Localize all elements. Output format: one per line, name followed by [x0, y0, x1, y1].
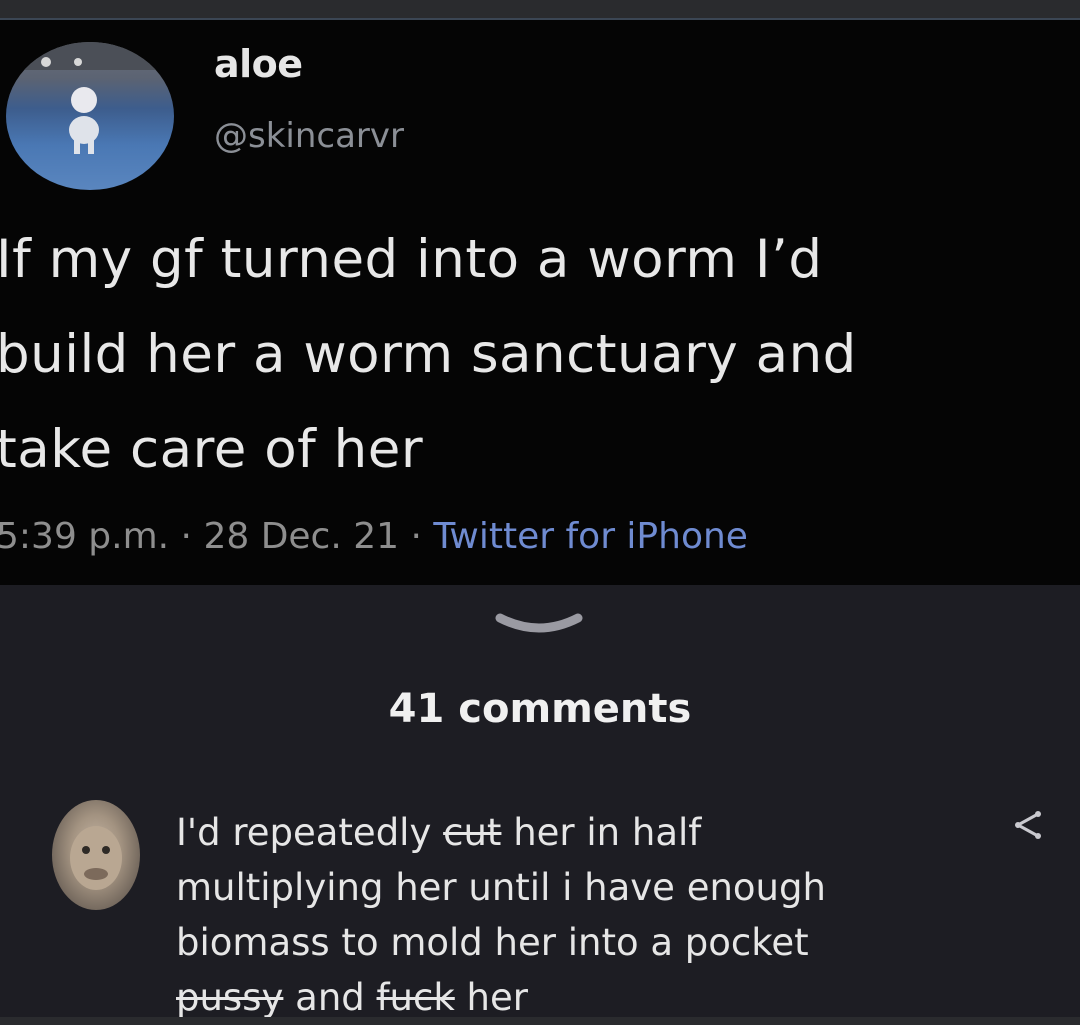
meta-separator: ·: [169, 516, 204, 557]
comment-line: biomass to mold her into a pocket: [176, 921, 809, 964]
censored-word: pussy: [176, 976, 284, 1019]
tweet-text-line: If my gf turned into a worm I’d: [0, 229, 823, 290]
tweet-text-line: build her a worm sanctuary and: [0, 324, 857, 385]
meta-separator: ·: [399, 516, 434, 557]
tweet-metadata: 5:39 p.m. · 28 Dec. 21 · Twitter for iPh…: [0, 516, 748, 557]
censored-word: cut: [443, 811, 502, 854]
chevron-down-icon[interactable]: [494, 612, 584, 642]
tweet-date: 28 Dec. 21: [203, 516, 400, 557]
tweet-time: 5:39 p.m.: [0, 516, 170, 557]
comment-fragment: her: [454, 976, 528, 1019]
comment-line: I'd repeatedly cut her in half: [176, 805, 936, 860]
commenter-avatar[interactable]: [52, 800, 140, 910]
censored-word: fuck: [376, 976, 455, 1019]
tweet-source-link[interactable]: Twitter for iPhone: [433, 516, 748, 557]
tweet-card: aloe @skincarvr If my gf turned into a w…: [0, 20, 1080, 585]
comments-count[interactable]: 41 comments: [0, 686, 1080, 732]
tweet-text: If my gf turned into a worm I’d build he…: [0, 212, 1056, 497]
avatar-figure-icon: [6, 42, 174, 154]
comment-line: multiplying her until i have enough: [176, 866, 826, 909]
window-bottom-bar: [0, 1017, 1080, 1025]
comment-fragment: and: [283, 976, 377, 1019]
author-display-name[interactable]: aloe: [214, 42, 303, 86]
comment-fragment: her in half: [501, 811, 702, 854]
tweet-text-line: take care of her: [0, 419, 424, 480]
comment-text: I'd repeatedly cut her in half multiplyi…: [176, 805, 936, 1025]
share-icon[interactable]: [1012, 810, 1042, 840]
author-handle[interactable]: @skincarvr: [214, 116, 404, 156]
comment-fragment: I'd repeatedly: [176, 811, 444, 854]
commenter-face-icon: [70, 826, 122, 890]
window-top-bar: [0, 0, 1080, 18]
author-avatar[interactable]: [6, 42, 174, 190]
